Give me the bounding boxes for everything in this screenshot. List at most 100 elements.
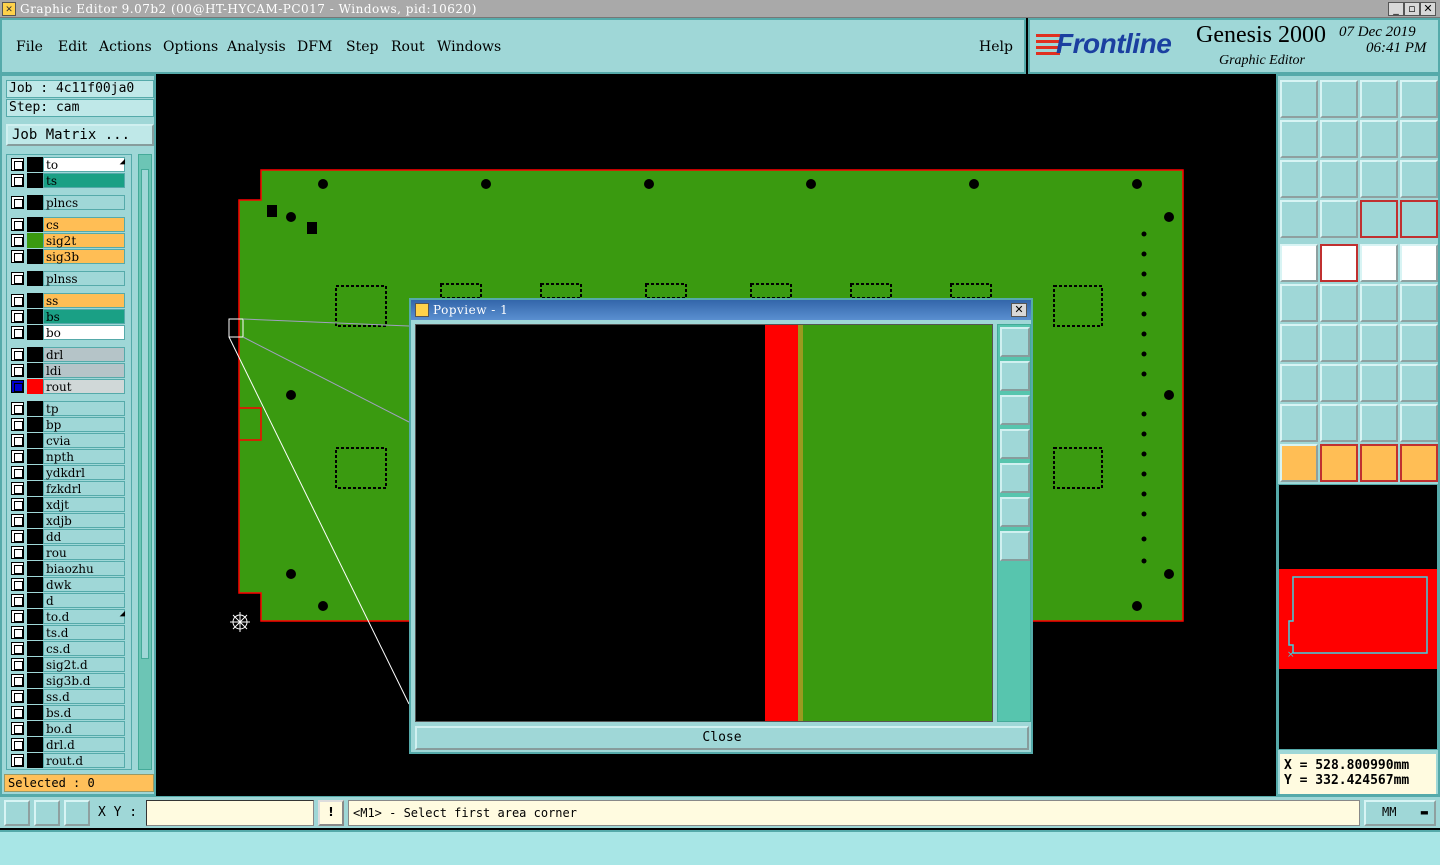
layer-name[interactable]: sig2t xyxy=(43,233,125,248)
layer-checkbox[interactable] xyxy=(11,294,24,307)
popview-titlebar[interactable]: Popview - 1 xyxy=(411,300,1031,320)
layer-checkbox[interactable] xyxy=(11,754,24,767)
layer-name[interactable]: sig3b.d xyxy=(43,673,125,688)
layer-name[interactable]: to xyxy=(43,157,125,172)
measure-icon[interactable] xyxy=(34,800,60,826)
layer-checkbox[interactable] xyxy=(11,466,24,479)
layer-row[interactable]: dd xyxy=(9,529,129,544)
layer-name[interactable]: bs xyxy=(43,309,125,324)
layer-checkbox[interactable] xyxy=(11,196,24,209)
layer-checkbox[interactable] xyxy=(11,498,24,511)
layer-row[interactable]: ts.d xyxy=(9,625,129,640)
layer-row[interactable]: ss xyxy=(9,293,129,308)
overview-panel[interactable]: × xyxy=(1278,484,1438,750)
cross-icon[interactable] xyxy=(1320,284,1358,322)
layer-name[interactable]: fzkdrl xyxy=(43,481,125,496)
layer-checkbox[interactable] xyxy=(11,706,24,719)
select-net-icon[interactable] xyxy=(1280,364,1318,402)
layer-checkbox[interactable] xyxy=(11,642,24,655)
layer-checkbox[interactable] xyxy=(11,674,24,687)
layer-checkbox[interactable] xyxy=(11,380,24,393)
layer-name[interactable]: plnss xyxy=(43,271,125,286)
menu-windows[interactable]: Windows xyxy=(437,39,501,55)
menu-edit[interactable]: Edit xyxy=(58,39,87,55)
pan-right-icon[interactable] xyxy=(1320,120,1358,158)
layer-name[interactable]: cvia xyxy=(43,433,125,448)
layer-checkbox[interactable] xyxy=(11,578,24,591)
layer-row[interactable]: rout.d xyxy=(9,753,129,768)
line-angle-icon[interactable] xyxy=(1280,324,1318,362)
pan-up-icon[interactable] xyxy=(1000,361,1030,391)
layer-row[interactable]: bo xyxy=(9,325,129,340)
layer-name[interactable]: biaozhu xyxy=(43,561,125,576)
layer-name[interactable]: dd xyxy=(43,529,125,544)
arc-icon[interactable] xyxy=(1360,324,1398,362)
popview-canvas[interactable] xyxy=(415,324,993,722)
layer-checkbox[interactable] xyxy=(11,610,24,623)
menu-actions[interactable]: Actions xyxy=(99,39,152,55)
layer-checkbox[interactable] xyxy=(11,594,24,607)
close-window-button[interactable]: ✕ xyxy=(1420,2,1436,16)
select-box-icon[interactable] xyxy=(1320,444,1358,482)
zoom-down-icon[interactable] xyxy=(1320,80,1358,118)
layer-checkbox[interactable] xyxy=(11,218,24,231)
layer-name[interactable]: npth xyxy=(43,449,125,464)
layer-checkbox[interactable] xyxy=(11,658,24,671)
layer-checkbox[interactable] xyxy=(11,234,24,247)
layer-checkbox[interactable] xyxy=(11,418,24,431)
add-feature-icon[interactable] xyxy=(1280,244,1318,282)
layer-row[interactable]: ydkdrl xyxy=(9,465,129,480)
layer-checkbox[interactable] xyxy=(11,158,24,171)
layer-name[interactable]: ts xyxy=(43,173,125,188)
layer-checkbox[interactable] xyxy=(11,530,24,543)
layer-scrollbar[interactable] xyxy=(138,154,152,770)
grid-view-icon[interactable] xyxy=(1320,200,1358,238)
edit-feature-icon[interactable] xyxy=(1320,244,1358,282)
scale-1-2-icon[interactable] xyxy=(1360,160,1398,198)
pan-down-icon[interactable] xyxy=(1000,395,1030,425)
layer-name[interactable]: cs xyxy=(43,217,125,232)
menu-step[interactable]: Step xyxy=(346,39,378,55)
layer-checkbox[interactable] xyxy=(11,434,24,447)
select-touch-icon[interactable] xyxy=(1360,444,1398,482)
split-line-icon[interactable] xyxy=(1320,364,1358,402)
home-icon[interactable] xyxy=(1360,80,1398,118)
layer-checkbox[interactable] xyxy=(11,562,24,575)
layer-name[interactable]: xdjt xyxy=(43,497,125,512)
layer-name[interactable]: to.d xyxy=(43,609,125,624)
pan-right-icon[interactable] xyxy=(1000,463,1030,493)
layer-checkbox[interactable] xyxy=(11,482,24,495)
layer-row[interactable]: plnss xyxy=(9,271,129,286)
layer-row[interactable]: tp xyxy=(9,401,129,416)
layer-name[interactable]: dwk xyxy=(43,577,125,592)
layer-name[interactable]: plncs xyxy=(43,195,125,210)
layer-name[interactable]: ldi xyxy=(43,363,125,378)
minimize-button[interactable]: _ xyxy=(1388,2,1404,16)
layer-checkbox[interactable] xyxy=(11,546,24,559)
layer-checkbox[interactable] xyxy=(11,174,24,187)
layer-row[interactable]: to.d ◢ xyxy=(9,609,129,624)
popview-close-icon[interactable]: ✕ xyxy=(1011,303,1027,317)
layer-row[interactable]: xdjt xyxy=(9,497,129,512)
settings-icon[interactable] xyxy=(1280,200,1318,238)
line-draw-icon[interactable] xyxy=(1320,324,1358,362)
layer-row[interactable]: cs.d xyxy=(9,641,129,656)
layer-row[interactable]: sig3b.d xyxy=(9,673,129,688)
layer-checkbox[interactable] xyxy=(11,402,24,415)
layer-row[interactable]: ts xyxy=(9,173,129,188)
move-node-icon[interactable] xyxy=(1360,284,1398,322)
window-icon[interactable] xyxy=(1400,80,1438,118)
layer-row[interactable]: d xyxy=(9,593,129,608)
layer-checkbox[interactable] xyxy=(11,514,24,527)
zoom-window-icon[interactable] xyxy=(1000,327,1030,357)
layer-name[interactable]: rou xyxy=(43,545,125,560)
triangle-3-icon[interactable] xyxy=(1360,404,1398,442)
layer-row[interactable]: sig2t xyxy=(9,233,129,248)
layer-name[interactable]: drl xyxy=(43,347,125,362)
layer-name[interactable]: cs.d xyxy=(43,641,125,656)
layer-row[interactable]: sig2t.d xyxy=(9,657,129,672)
layer-row[interactable]: ss.d xyxy=(9,689,129,704)
rotate-node-icon[interactable] xyxy=(1400,284,1438,322)
layer-toggle-icon[interactable] xyxy=(1360,200,1398,238)
layer-row[interactable]: rout xyxy=(9,379,129,394)
